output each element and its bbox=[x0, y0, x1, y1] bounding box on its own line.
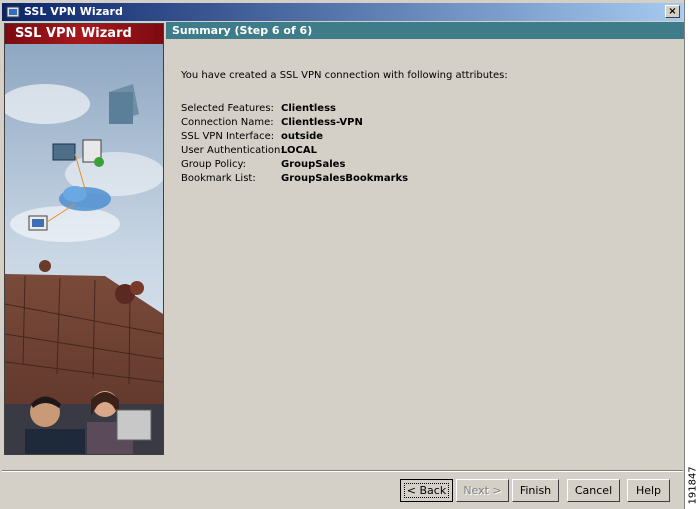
finish-button-label: Finish bbox=[519, 484, 552, 497]
help-button[interactable]: Help bbox=[627, 479, 670, 502]
window-title: SSL VPN Wizard bbox=[24, 5, 123, 18]
attribute-label: Connection Name: bbox=[181, 117, 274, 128]
step-header: Summary (Step 6 of 6) bbox=[166, 22, 684, 39]
next-button[interactable]: Next > bbox=[456, 479, 509, 502]
attribute-value: outside bbox=[281, 131, 324, 142]
button-separator bbox=[2, 470, 683, 472]
attribute-label: User Authentication: bbox=[181, 145, 284, 156]
back-button[interactable]: < Back bbox=[400, 479, 453, 502]
back-button-label: < Back bbox=[403, 483, 450, 498]
step-title: Summary (Step 6 of 6) bbox=[172, 24, 313, 37]
attribute-value: Clientless bbox=[281, 103, 336, 114]
attribute-value: GroupSalesBookmarks bbox=[281, 173, 409, 184]
title-bar: SSL VPN Wizard × bbox=[2, 3, 683, 21]
next-button-label: Next > bbox=[463, 484, 502, 497]
summary-intro: You have created a SSL VPN connection wi… bbox=[181, 70, 508, 81]
close-button[interactable]: × bbox=[665, 5, 680, 18]
attribute-value: Clientless-VPN bbox=[281, 117, 363, 128]
attribute-value: GroupSales bbox=[281, 159, 346, 170]
cancel-button[interactable]: Cancel bbox=[567, 479, 620, 502]
figure-id: 191847 bbox=[686, 466, 700, 506]
finish-button[interactable]: Finish bbox=[512, 479, 559, 502]
summary-panel: You have created a SSL VPN connection wi… bbox=[166, 39, 684, 455]
help-button-label: Help bbox=[635, 484, 662, 497]
brand-banner: SSL VPN Wizard bbox=[5, 24, 163, 44]
attribute-label: SSL VPN Interface: bbox=[181, 131, 275, 142]
figure-id-text: 191847 bbox=[687, 466, 699, 505]
wizard-window: SSL VPN Wizard × SSL VPN Wizard Summary … bbox=[0, 0, 685, 509]
attribute-value: LOCAL bbox=[281, 145, 317, 156]
attribute-label: Bookmark List: bbox=[181, 173, 256, 184]
attribute-label: Selected Features: bbox=[181, 103, 274, 114]
cancel-button-label: Cancel bbox=[574, 484, 613, 497]
app-icon bbox=[6, 6, 20, 18]
wizard-side-panel: SSL VPN Wizard bbox=[4, 23, 164, 455]
close-icon: × bbox=[668, 6, 677, 17]
attribute-label: Group Policy: bbox=[181, 159, 247, 170]
wizard-illustration bbox=[5, 44, 163, 454]
brand-text: SSL VPN Wizard bbox=[15, 26, 132, 41]
